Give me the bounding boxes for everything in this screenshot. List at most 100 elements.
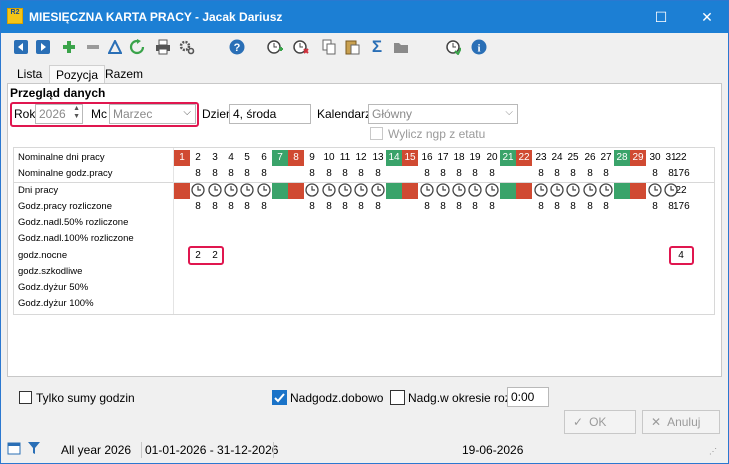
day-number[interactable]: 2 bbox=[190, 150, 206, 166]
resize-grip-icon[interactable]: ⋰ bbox=[709, 447, 717, 456]
tab-pozycja[interactable]: Pozycja bbox=[49, 65, 106, 83]
clock-icon[interactable] bbox=[435, 183, 451, 199]
day-number[interactable]: 17 bbox=[435, 150, 451, 166]
add-time-icon[interactable] bbox=[265, 37, 285, 57]
copy-icon[interactable] bbox=[319, 37, 339, 57]
settings-icon[interactable] bbox=[177, 37, 197, 57]
clock-go-icon[interactable] bbox=[443, 37, 463, 57]
clock-icon[interactable] bbox=[419, 183, 435, 199]
sum-icon[interactable]: Σ bbox=[367, 37, 387, 57]
clock-icon[interactable] bbox=[223, 183, 239, 199]
day-type-cell[interactable] bbox=[174, 183, 190, 199]
day-number[interactable]: 21 bbox=[500, 150, 516, 166]
clock-icon[interactable] bbox=[337, 183, 353, 199]
day-number[interactable]: 6 bbox=[256, 150, 272, 166]
day-number[interactable]: 3 bbox=[207, 150, 223, 166]
day-number[interactable]: 7 bbox=[272, 150, 288, 166]
maximize-button[interactable]: ☐ bbox=[639, 1, 683, 33]
delete-time-icon[interactable] bbox=[291, 37, 311, 57]
day-number[interactable]: 27 bbox=[598, 150, 614, 166]
day-type-cell[interactable] bbox=[500, 183, 516, 199]
clock-icon[interactable] bbox=[370, 183, 386, 199]
day-type-cell[interactable] bbox=[386, 183, 402, 199]
clock-icon[interactable] bbox=[533, 183, 549, 199]
day-number[interactable]: 10 bbox=[321, 150, 337, 166]
day-number[interactable]: 31 bbox=[663, 150, 679, 166]
day-number[interactable]: 26 bbox=[582, 150, 598, 166]
prev-icon[interactable] bbox=[11, 37, 31, 57]
day-number[interactable]: 23 bbox=[533, 150, 549, 166]
tab-lista[interactable]: Lista bbox=[11, 65, 48, 83]
day-number[interactable]: 20 bbox=[484, 150, 500, 166]
nadgodz-dobowo-checkbox[interactable] bbox=[272, 390, 287, 405]
clock-icon[interactable] bbox=[565, 183, 581, 199]
remove-icon[interactable] bbox=[83, 37, 103, 57]
day-number[interactable]: 18 bbox=[451, 150, 467, 166]
spin-arrows-icon[interactable]: ▲ ▼ bbox=[73, 105, 80, 121]
wylicz-checkbox[interactable] bbox=[370, 127, 383, 140]
paste-icon[interactable] bbox=[343, 37, 363, 57]
folder-icon[interactable] bbox=[391, 37, 411, 57]
day-number[interactable]: 8 bbox=[288, 150, 304, 166]
filter-icon[interactable] bbox=[27, 441, 41, 458]
clock-icon[interactable] bbox=[549, 183, 565, 199]
day-number[interactable]: 30 bbox=[647, 150, 663, 166]
nadg-okres-checkbox[interactable] bbox=[390, 390, 405, 405]
day-type-cell[interactable] bbox=[516, 183, 532, 199]
clock-icon[interactable] bbox=[353, 183, 369, 199]
day-number[interactable]: 5 bbox=[239, 150, 255, 166]
clock-icon[interactable] bbox=[321, 183, 337, 199]
help-icon[interactable]: ? bbox=[227, 37, 247, 57]
nadg-okres-field[interactable]: 0:00 bbox=[507, 387, 549, 407]
clock-icon[interactable] bbox=[663, 183, 679, 199]
triangle-icon[interactable] bbox=[105, 37, 125, 57]
calendar-icon[interactable] bbox=[7, 441, 21, 458]
clock-icon[interactable] bbox=[304, 183, 320, 199]
mc-select[interactable]: Marzec ⌵ bbox=[109, 104, 196, 124]
anuluj-button[interactable]: ✕ Anuluj bbox=[642, 410, 720, 434]
info-icon[interactable]: i bbox=[469, 37, 489, 57]
ok-button[interactable]: ✓ OK bbox=[564, 410, 636, 434]
clock-icon[interactable] bbox=[647, 183, 663, 199]
day-type-cell[interactable] bbox=[614, 183, 630, 199]
day-number[interactable]: 12 bbox=[353, 150, 369, 166]
add-icon[interactable] bbox=[59, 37, 79, 57]
clock-icon[interactable] bbox=[207, 183, 223, 199]
clock-icon[interactable] bbox=[467, 183, 483, 199]
close-button[interactable]: ✕ bbox=[685, 1, 729, 33]
day-type-cell[interactable] bbox=[272, 183, 288, 199]
print-icon[interactable] bbox=[153, 37, 173, 57]
day-number[interactable]: 13 bbox=[370, 150, 386, 166]
day-number[interactable]: 29 bbox=[630, 150, 646, 166]
day-number[interactable]: 25 bbox=[565, 150, 581, 166]
settled-hours: 8 bbox=[342, 201, 348, 212]
day-number[interactable]: 28 bbox=[614, 150, 630, 166]
day-type-cell[interactable] bbox=[630, 183, 646, 199]
day-number[interactable]: 14 bbox=[386, 150, 402, 166]
day-number[interactable]: 16 bbox=[419, 150, 435, 166]
day-type-cell[interactable] bbox=[402, 183, 418, 199]
dzien-field[interactable]: 4, środa bbox=[229, 104, 311, 124]
next-icon[interactable] bbox=[33, 37, 53, 57]
tylko-sumy-checkbox[interactable] bbox=[19, 391, 32, 404]
day-number[interactable]: 4 bbox=[223, 150, 239, 166]
clock-icon[interactable] bbox=[256, 183, 272, 199]
day-number[interactable]: 9 bbox=[304, 150, 320, 166]
day-number[interactable]: 24 bbox=[549, 150, 565, 166]
day-number[interactable]: 22 bbox=[516, 150, 532, 166]
kalendarz-select[interactable]: Główny ⌵ bbox=[368, 104, 518, 124]
clock-icon[interactable] bbox=[484, 183, 500, 199]
day-number[interactable]: 11 bbox=[337, 150, 353, 166]
day-number[interactable]: 1 bbox=[174, 150, 190, 166]
clock-icon[interactable] bbox=[598, 183, 614, 199]
rok-field[interactable]: 2026 ▲ ▼ bbox=[35, 104, 83, 124]
day-number[interactable]: 15 bbox=[402, 150, 418, 166]
refresh-icon[interactable] bbox=[127, 37, 147, 57]
clock-icon[interactable] bbox=[239, 183, 255, 199]
day-number[interactable]: 19 bbox=[467, 150, 483, 166]
clock-icon[interactable] bbox=[190, 183, 206, 199]
clock-icon[interactable] bbox=[582, 183, 598, 199]
clock-icon[interactable] bbox=[451, 183, 467, 199]
tab-razem[interactable]: Razem bbox=[99, 65, 149, 83]
day-type-cell[interactable] bbox=[288, 183, 304, 199]
